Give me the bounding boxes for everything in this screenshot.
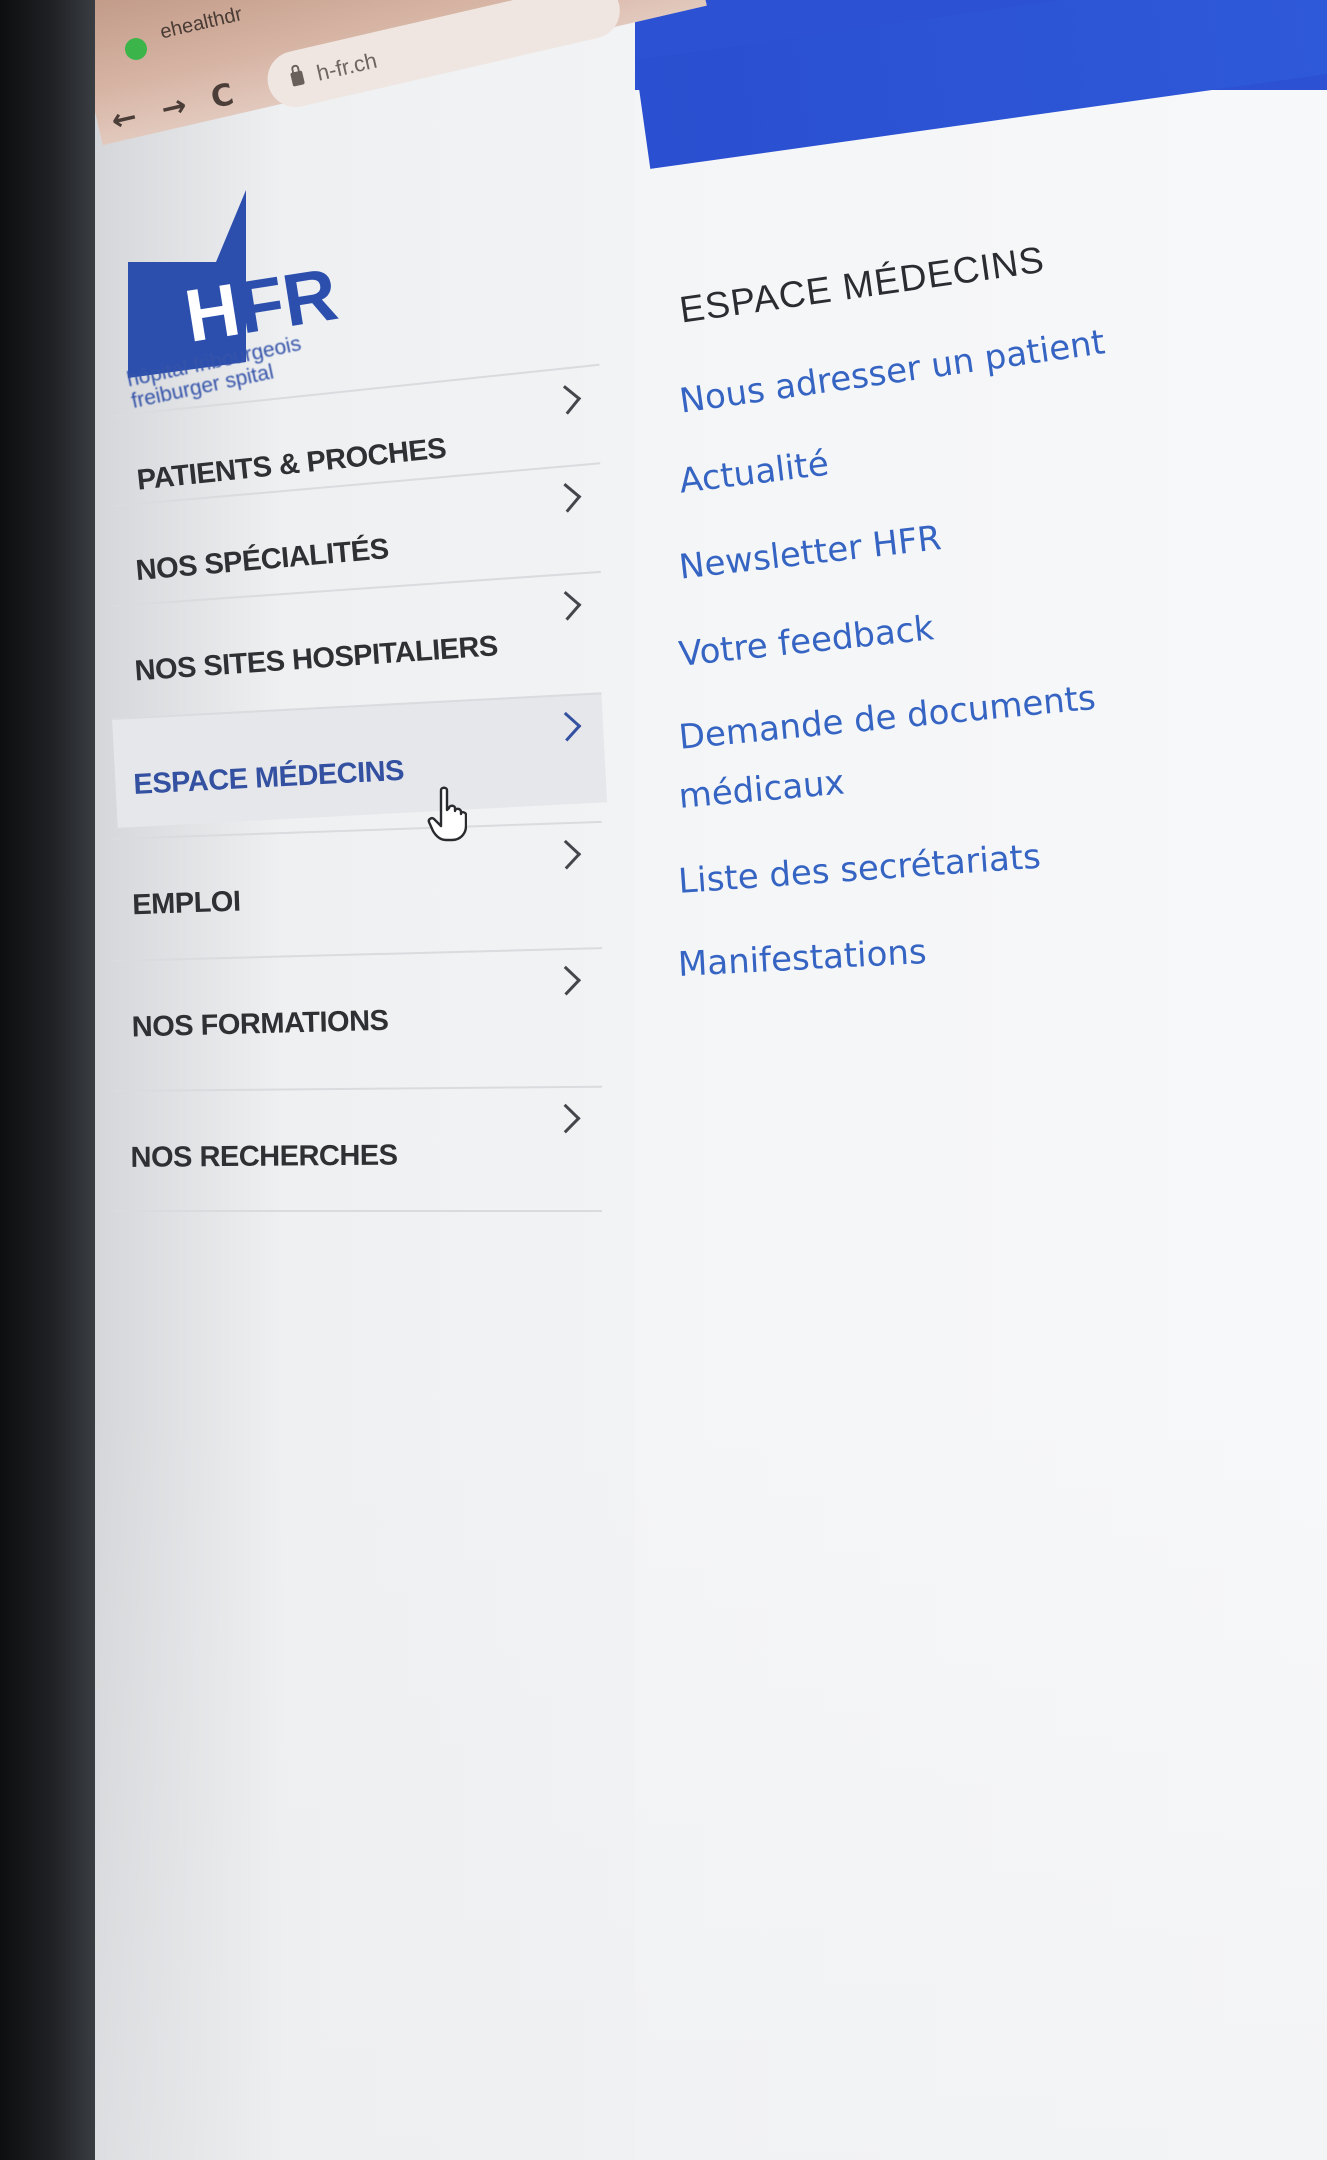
tab-favicon-icon	[125, 38, 147, 60]
sidebar-item-emploi[interactable]: EMPLOI	[112, 820, 606, 948]
sidebar-item-label: ESPACE MÉDECINS	[132, 754, 405, 801]
sidebar-item-label: NOS RECHERCHES	[130, 1139, 398, 1174]
chevron-right-icon	[551, 965, 582, 996]
sidebar-item-nos-recherches[interactable]: NOS RECHERCHES	[112, 1085, 603, 1200]
mega-menu-panel	[635, 0, 1327, 2160]
sidebar-item-label: EMPLOI	[131, 885, 242, 922]
forward-arrow-icon[interactable]: →	[158, 88, 190, 128]
sidebar-item-label: NOS FORMATIONS	[131, 1004, 389, 1044]
chevron-right-icon	[551, 711, 582, 742]
chevron-right-icon	[550, 1103, 581, 1134]
chevron-right-icon	[551, 385, 582, 415]
monitor-bezel	[0, 0, 95, 2160]
hand-pointer-icon	[427, 786, 467, 842]
sidebar-item-label: NOS SITES HOSPITALIERS	[133, 630, 499, 688]
sidebar-item-nos-formations[interactable]: NOS FORMATIONS	[112, 947, 605, 1070]
chevron-right-icon	[551, 839, 582, 870]
sidebar-item-label: NOS SPÉCIALITÉS	[134, 533, 390, 588]
address-bar-url: h-fr.ch	[314, 47, 380, 86]
divider	[112, 1210, 602, 1212]
chevron-right-icon	[551, 483, 582, 513]
screen: ehealthdr ← → C h-fr.ch HFR hôpital frib…	[0, 0, 1327, 2160]
lock-icon	[290, 70, 305, 87]
chevron-right-icon	[551, 590, 582, 621]
